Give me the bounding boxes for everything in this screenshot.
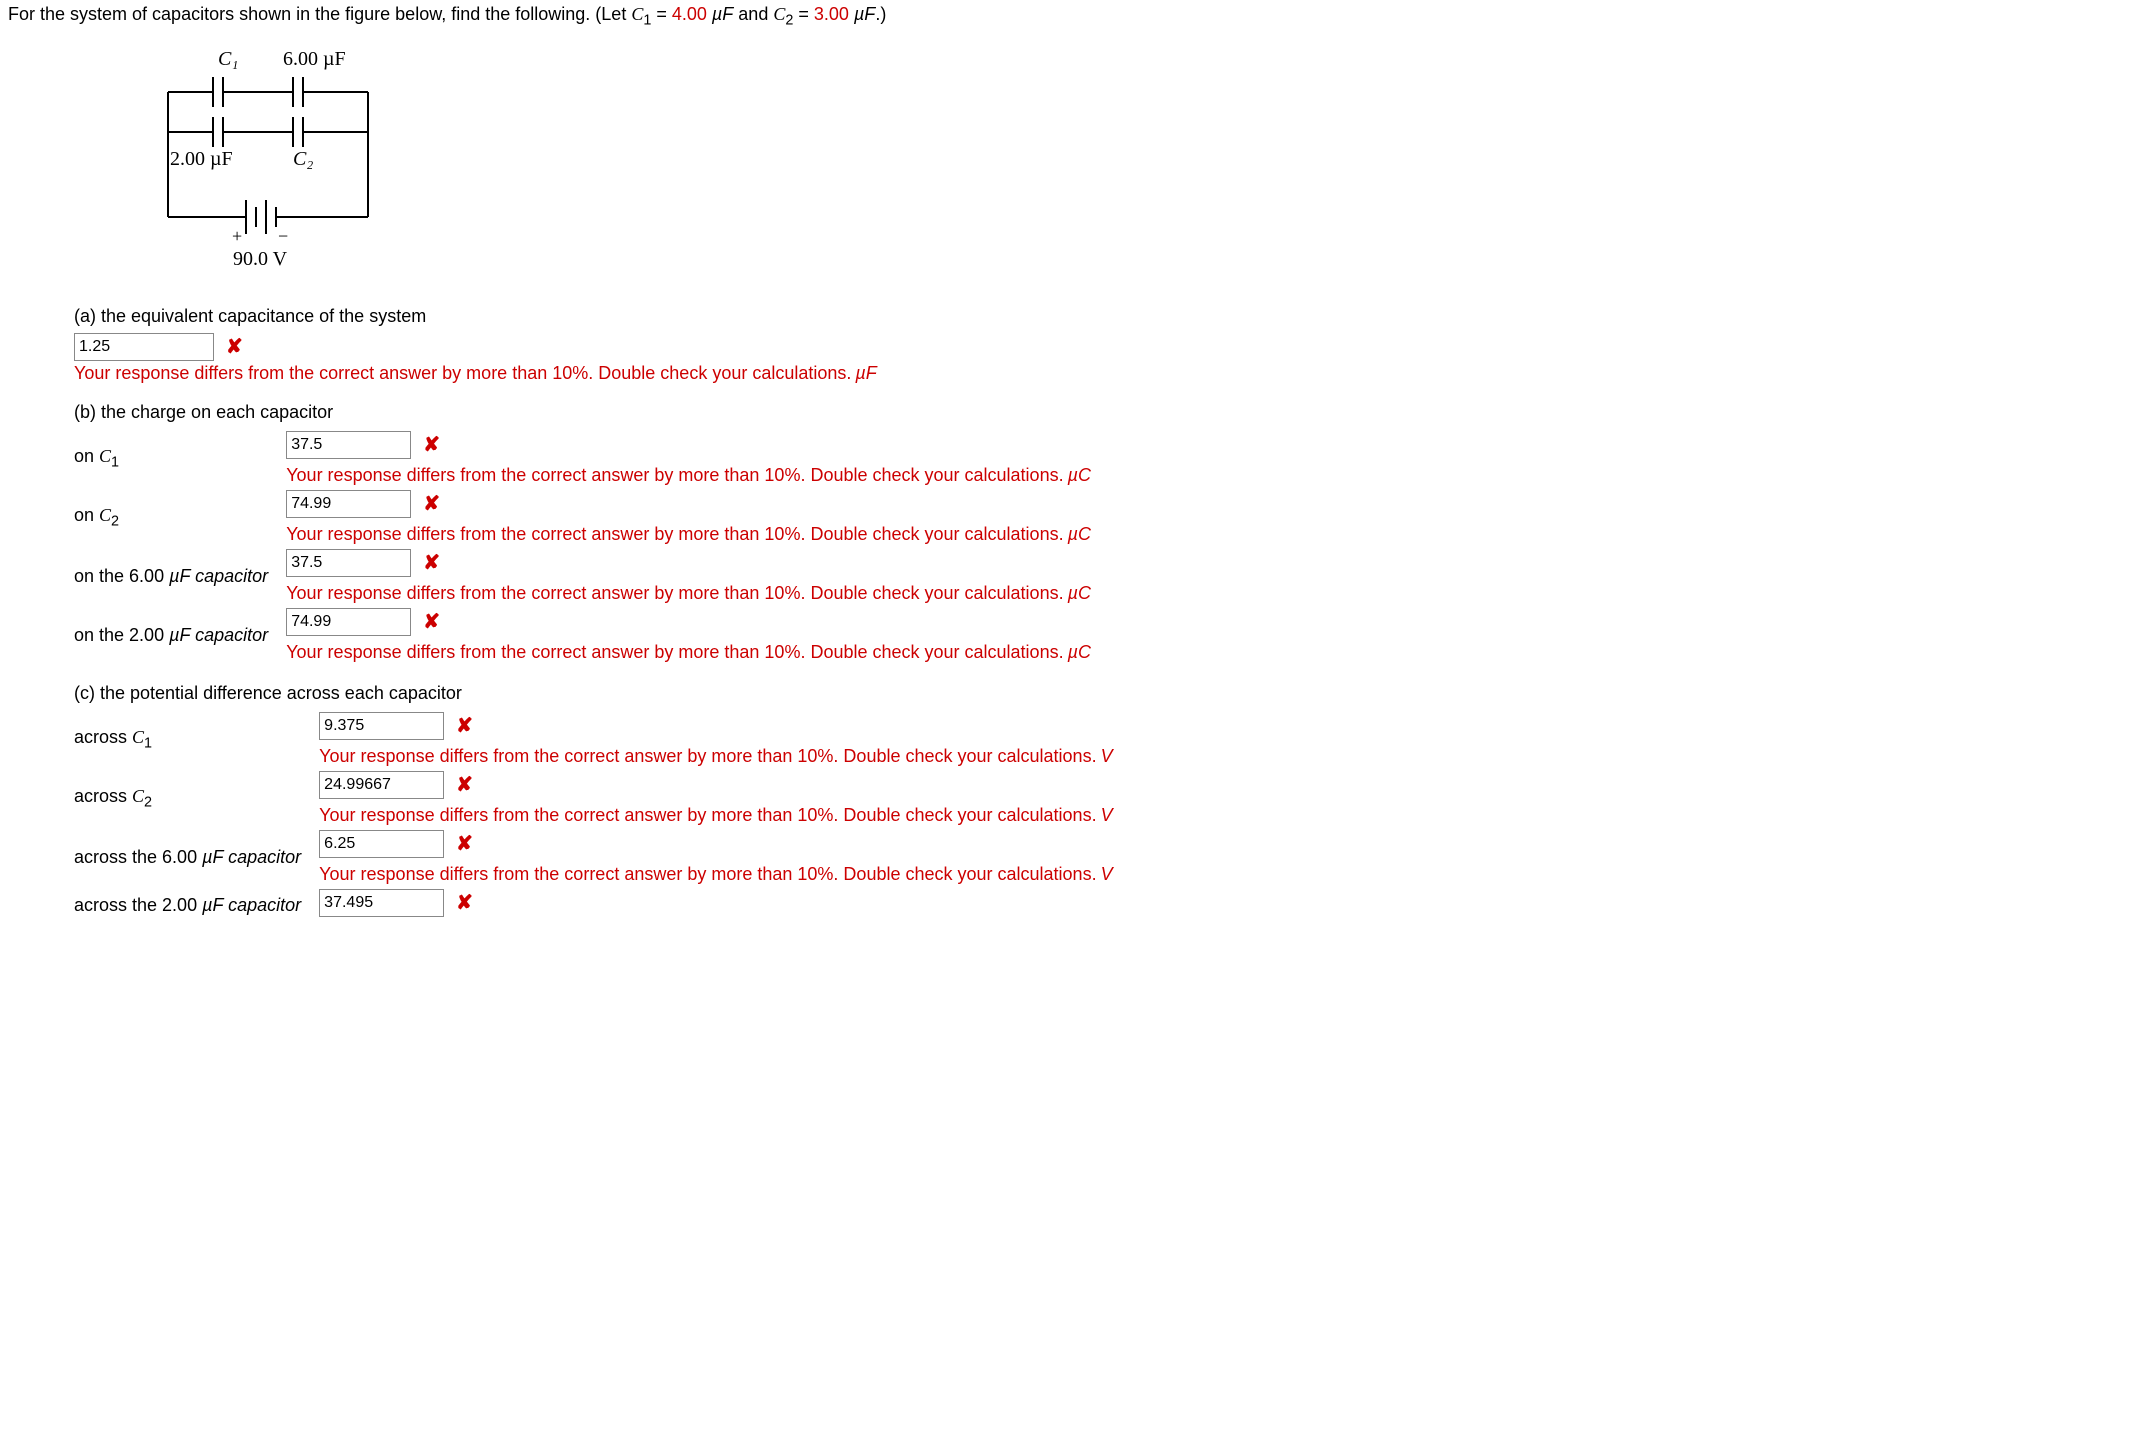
- c2-val: 3.00: [814, 4, 849, 24]
- eq1: =: [651, 4, 672, 24]
- part-a-feedback: Your response differs from the correct a…: [74, 363, 2134, 384]
- unit1: µF: [707, 4, 733, 24]
- part-b-feedback-3: Your response differs from the correct a…: [286, 642, 1091, 663]
- incorrect-icon: ✘: [456, 716, 473, 736]
- part-c-label-1: across C2: [74, 769, 319, 828]
- fig-c1-label: C₁: [218, 48, 238, 70]
- part-a-label: (a) the equivalent capacitance of the sy…: [74, 306, 2134, 327]
- question-prompt: For the system of capacitors shown in th…: [8, 4, 2134, 29]
- fig-6uf-label: 6.00 µF: [283, 48, 346, 70]
- fig-bat-v: 90.0 V: [233, 248, 288, 270]
- fig-c2-label: C₂: [293, 148, 313, 170]
- mid: and: [733, 4, 773, 24]
- part-b-input-0[interactable]: [286, 431, 411, 459]
- part-c: (c) the potential difference across each…: [8, 683, 2134, 925]
- part-b-feedback-2: Your response differs from the correct a…: [286, 583, 1091, 604]
- post: .): [875, 4, 886, 24]
- part-b-label: (b) the charge on each capacitor: [74, 402, 2134, 423]
- part-b-input-3[interactable]: [286, 608, 411, 636]
- part-b-feedback-0: Your response differs from the correct a…: [286, 465, 1091, 486]
- c2-sym: C: [773, 4, 785, 24]
- part-c-table: across C1 ✘ Your response differs from the…: [74, 710, 1113, 925]
- part-c-feedback-1: Your response differs from the correct a…: [319, 805, 1112, 826]
- part-c-label-0: across C1: [74, 710, 319, 769]
- part-c-label: (c) the potential difference across each…: [74, 683, 2134, 704]
- part-c-label-3: across the 2.00 µF capacitor: [74, 887, 319, 925]
- part-b-input-2[interactable]: [286, 549, 411, 577]
- prompt-pre: For the system of capacitors shown in th…: [8, 4, 631, 24]
- part-b: (b) the charge on each capacitor on C1 ✘ Y…: [8, 402, 2134, 665]
- part-c-label-2: across the 6.00 µF capacitor: [74, 828, 319, 887]
- part-a-input[interactable]: [74, 333, 214, 361]
- c1-val: 4.00: [672, 4, 707, 24]
- part-c-input-3[interactable]: [319, 889, 444, 917]
- incorrect-icon: ✘: [423, 612, 440, 632]
- part-c-feedback-0: Your response differs from the correct a…: [319, 746, 1112, 767]
- part-b-input-1[interactable]: [286, 490, 411, 518]
- c1-sym: C: [631, 4, 643, 24]
- fig-2uf-label: 2.00 µF: [170, 148, 233, 170]
- fig-bat-minus: −: [278, 226, 288, 246]
- incorrect-icon: ✘: [423, 553, 440, 573]
- incorrect-icon: ✘: [456, 893, 473, 913]
- eq2: =: [793, 4, 814, 24]
- incorrect-icon: ✘: [423, 435, 440, 455]
- part-b-label-3: on the 2.00 µF capacitor: [74, 606, 286, 665]
- part-c-input-1[interactable]: [319, 771, 444, 799]
- incorrect-icon: ✘: [226, 337, 243, 357]
- part-b-label-2: on the 6.00 µF capacitor: [74, 547, 286, 606]
- part-b-feedback-1: Your response differs from the correct a…: [286, 524, 1091, 545]
- part-c-feedback-2: Your response differs from the correct a…: [319, 864, 1112, 885]
- part-b-label-0: on C1: [74, 429, 286, 488]
- fig-bat-plus: +: [232, 226, 242, 246]
- incorrect-icon: ✘: [423, 494, 440, 514]
- part-a: (a) the equivalent capacitance of the sy…: [8, 306, 2134, 384]
- unit2: µF: [849, 4, 875, 24]
- part-c-input-2[interactable]: [319, 830, 444, 858]
- part-b-table: on C1 ✘ Your response differs from the cor…: [74, 429, 1091, 665]
- circuit-svg: C₁ 6.00 µF 2.00 µF C₂ + − 90.0 V: [138, 37, 418, 277]
- part-c-input-0[interactable]: [319, 712, 444, 740]
- incorrect-icon: ✘: [456, 775, 473, 795]
- incorrect-icon: ✘: [456, 834, 473, 854]
- part-b-label-1: on C2: [74, 488, 286, 547]
- circuit-figure: C₁ 6.00 µF 2.00 µF C₂ + − 90.0 V: [8, 37, 2134, 282]
